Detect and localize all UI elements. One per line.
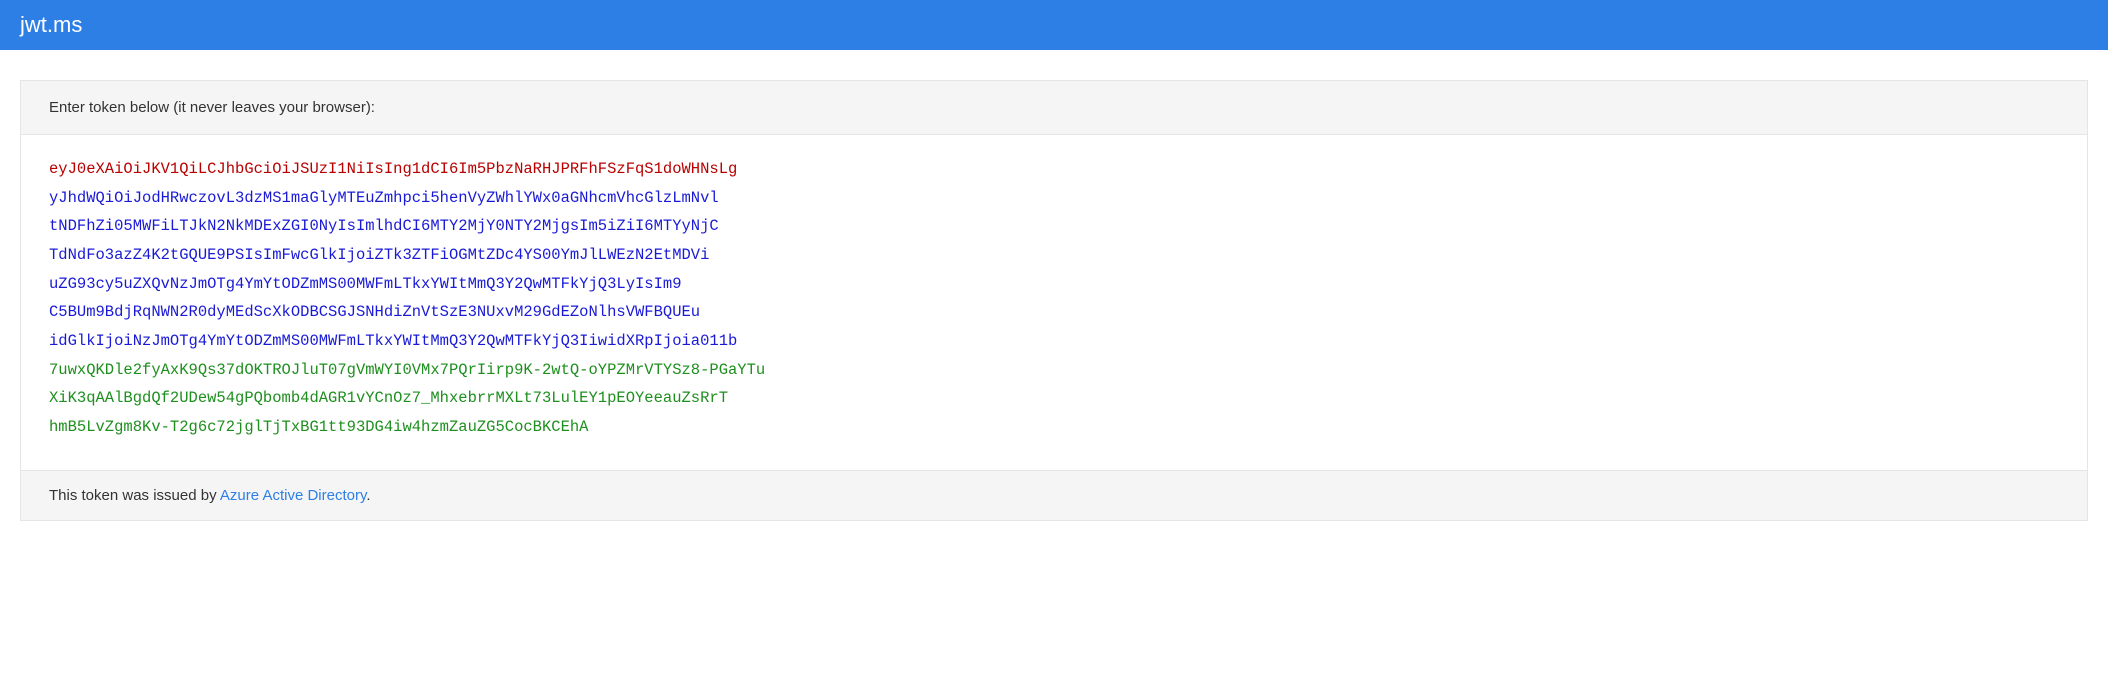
jwt-signature-segment: 7uwxQKDle2fyAxK9Qs37dOKTROJluT07gVmWYI0V…: [49, 356, 2059, 442]
issuer-link[interactable]: Azure Active Directory: [220, 487, 366, 504]
issuer-info: This token was issued by Azure Active Di…: [21, 471, 2087, 520]
payload-line: uZG93cy5uZXQvNzJmOTg4YmYtODZmMS00MWFmLTk…: [49, 270, 2059, 299]
jwt-header-segment: eyJ0eXAiOiJKV1QiLCJhbGciOiJSUzI1NiIsIng1…: [49, 155, 2059, 184]
jwt-payload-segment: yJhdWQiOiJodHRwczovL3dzMS1maGlyMTEuZmhpc…: [49, 184, 2059, 356]
issuer-suffix: .: [366, 487, 370, 504]
payload-line: idGlkIjoiNzJmOTg4YmYtODZmMS00MWFmLTkxYWI…: [49, 327, 2059, 356]
app-header: jwt.ms: [0, 0, 2108, 50]
issuer-prefix: This token was issued by: [49, 487, 220, 504]
main-panel: Enter token below (it never leaves your …: [20, 80, 2088, 521]
payload-line: yJhdWQiOiJodHRwczovL3dzMS1maGlyMTEuZmhpc…: [49, 184, 2059, 213]
payload-line: C5BUm9BdjRqNWN2R0dyMEdScXkODBCSGJSNHdiZn…: [49, 298, 2059, 327]
signature-line: hmB5LvZgm8Kv-T2g6c72jglTjTxBG1tt93DG4iw4…: [49, 413, 2059, 442]
signature-line: XiK3qAAlBgdQf2UDew54gPQbomb4dAGR1vYCnOz7…: [49, 384, 2059, 413]
payload-line: tNDFhZi05MWFiLTJkN2NkMDExZGI0NyIsImlhdCI…: [49, 212, 2059, 241]
signature-line: 7uwxQKDle2fyAxK9Qs37dOKTROJluT07gVmWYI0V…: [49, 356, 2059, 385]
instruction-label: Enter token below (it never leaves your …: [21, 81, 2087, 135]
payload-line: TdNdFo3azZ4K2tGQUE9PSIsImFwcGlkIjoiZTk3Z…: [49, 241, 2059, 270]
token-input-area[interactable]: eyJ0eXAiOiJKV1QiLCJhbGciOiJSUzI1NiIsIng1…: [21, 135, 2087, 471]
app-title: jwt.ms: [20, 12, 82, 37]
